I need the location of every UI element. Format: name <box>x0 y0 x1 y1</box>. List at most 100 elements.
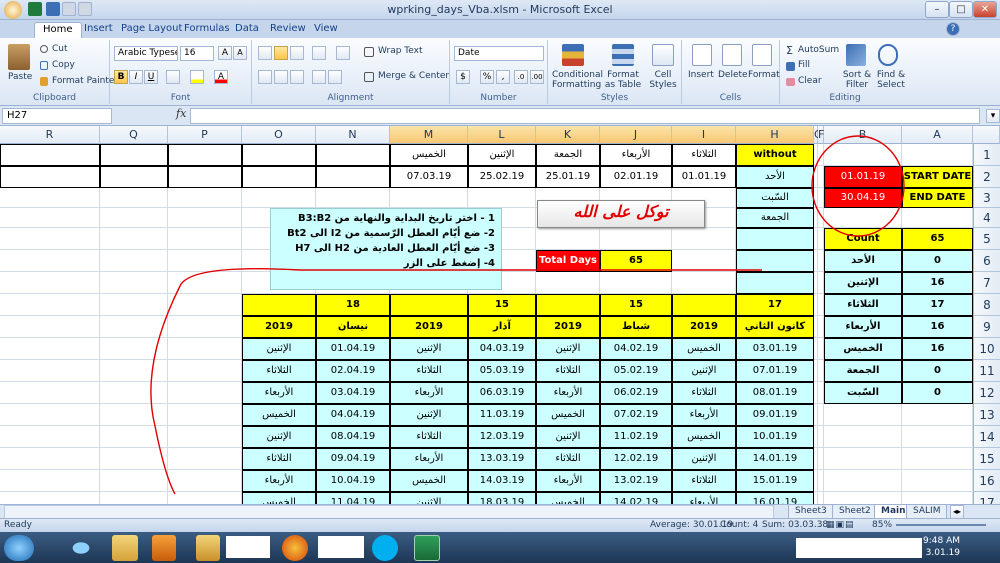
row-header-4[interactable]: 4 <box>973 208 1000 228</box>
cell[interactable] <box>168 228 242 250</box>
cell[interactable] <box>100 492 168 504</box>
mail-icon[interactable] <box>196 535 220 561</box>
column-header-k[interactable]: K <box>536 126 600 144</box>
number-format-select[interactable]: Date <box>454 46 544 61</box>
increase-indent-icon[interactable] <box>328 70 342 84</box>
name-box[interactable]: H27 <box>2 108 112 124</box>
delete-cells-button[interactable]: Delete <box>718 70 748 80</box>
month-day[interactable]: الإثنين <box>672 360 736 382</box>
month-date[interactable]: 11.04.19 <box>316 492 390 504</box>
end-date-label[interactable]: END DATE <box>902 188 973 208</box>
align-bottom-icon[interactable] <box>290 46 304 60</box>
month-year[interactable]: 2019 <box>242 316 316 338</box>
cell[interactable] <box>100 448 168 470</box>
empty-bordered-cell[interactable] <box>0 166 100 188</box>
month-count[interactable]: 17 <box>736 294 814 316</box>
month-date[interactable]: 01.04.19 <box>316 338 390 360</box>
cell[interactable] <box>168 426 242 448</box>
month-day[interactable]: الإثنين <box>390 492 468 504</box>
cell[interactable] <box>600 228 672 250</box>
month-day[interactable]: الثلاثاء <box>242 448 316 470</box>
row-header-14[interactable]: 14 <box>973 426 1000 448</box>
cell[interactable] <box>168 294 242 316</box>
cell[interactable] <box>168 338 242 360</box>
empty-bordered-cell[interactable] <box>100 166 168 188</box>
cell[interactable] <box>100 208 168 228</box>
month-date[interactable]: 04.02.19 <box>600 338 672 360</box>
cell[interactable] <box>0 250 100 272</box>
month-count[interactable]: 18 <box>316 294 390 316</box>
month-day[interactable]: الخميس <box>536 492 600 504</box>
merge-center-button[interactable]: Merge & Center <box>378 71 449 81</box>
cell[interactable] <box>468 188 536 208</box>
row-header-17[interactable]: 17 <box>973 492 1000 504</box>
row-header-7[interactable]: 7 <box>973 272 1000 294</box>
row-header-8[interactable]: 8 <box>973 294 1000 316</box>
cell[interactable] <box>168 382 242 404</box>
header-date[interactable]: 07.03.19 <box>390 166 468 188</box>
font-size-select[interactable]: 16 <box>180 46 214 61</box>
month-day[interactable]: الأربعاء <box>390 382 468 404</box>
row-header-1[interactable]: 1 <box>973 144 1000 166</box>
empty-bordered-cell[interactable] <box>168 144 242 166</box>
month-day[interactable]: الأربعاء <box>536 470 600 492</box>
conditional-formatting-icon[interactable] <box>562 44 584 66</box>
minimize-button[interactable]: – <box>925 1 949 18</box>
month-count[interactable]: 15 <box>468 294 536 316</box>
cell[interactable] <box>100 294 168 316</box>
month-date[interactable]: 04.04.19 <box>316 404 390 426</box>
empty-bordered-cell[interactable] <box>316 144 390 166</box>
borders-icon[interactable] <box>166 70 180 84</box>
start-date-label[interactable]: START DATE <box>902 166 973 188</box>
end-date-value[interactable]: 30.04.19 <box>824 188 902 208</box>
format-cells-icon[interactable] <box>752 44 772 66</box>
excel-taskbar-icon[interactable] <box>414 535 440 561</box>
decrease-indent-icon[interactable] <box>312 70 326 84</box>
month-day[interactable]: الثلاثاء <box>536 448 600 470</box>
skype-icon[interactable] <box>372 535 398 561</box>
cell[interactable] <box>168 492 242 504</box>
cell[interactable] <box>902 426 973 448</box>
month-date[interactable]: 12.02.19 <box>600 448 672 470</box>
cell[interactable] <box>168 188 242 208</box>
cell[interactable] <box>824 492 902 504</box>
summary-day[interactable]: الأربعاء <box>824 316 902 338</box>
row-header-5[interactable]: 5 <box>973 228 1000 250</box>
cell[interactable] <box>536 272 600 294</box>
format-table-icon[interactable] <box>612 44 634 66</box>
column-header-r[interactable]: R <box>0 126 100 144</box>
month-date[interactable]: 07.01.19 <box>736 360 814 382</box>
decimal-icon[interactable]: .0 <box>514 70 528 84</box>
month-date[interactable]: 06.03.19 <box>468 382 536 404</box>
cell[interactable] <box>100 382 168 404</box>
cell[interactable] <box>0 294 100 316</box>
cell[interactable] <box>168 470 242 492</box>
summary-value[interactable]: 0 <box>902 382 973 404</box>
month-day[interactable]: الإثنين <box>672 448 736 470</box>
format-as-table-button[interactable]: Format as Table <box>602 70 644 90</box>
view-buttons-icon[interactable]: ▦▣▤ <box>826 520 855 530</box>
start-button[interactable] <box>4 535 34 561</box>
cell[interactable] <box>390 188 468 208</box>
row-header-9[interactable]: 9 <box>973 316 1000 338</box>
copy-button[interactable]: Copy <box>52 60 75 70</box>
cell[interactable] <box>0 404 100 426</box>
cell[interactable] <box>100 250 168 272</box>
find-select-button[interactable]: Find & Select <box>874 70 908 90</box>
orientation-icon[interactable] <box>312 46 326 60</box>
month-count-empty[interactable] <box>390 294 468 316</box>
media-player-icon[interactable] <box>152 535 176 561</box>
month-date[interactable]: 06.02.19 <box>600 382 672 404</box>
month-count-empty[interactable] <box>242 294 316 316</box>
summary-day[interactable]: الخميس <box>824 338 902 360</box>
sheet-tab-salim[interactable]: SALIM <box>906 505 948 519</box>
month-day[interactable]: الإثنين <box>536 338 600 360</box>
month-date[interactable]: 05.03.19 <box>468 360 536 382</box>
start-date-value[interactable]: 01.01.19 <box>824 166 902 188</box>
summary-day[interactable]: الجمعة <box>824 360 902 382</box>
tab-view[interactable]: View <box>306 22 346 38</box>
header-date[interactable]: 01.01.19 <box>672 166 736 188</box>
cell[interactable] <box>0 272 100 294</box>
holiday-cell[interactable]: الأحد <box>736 166 814 188</box>
cell[interactable] <box>316 188 390 208</box>
